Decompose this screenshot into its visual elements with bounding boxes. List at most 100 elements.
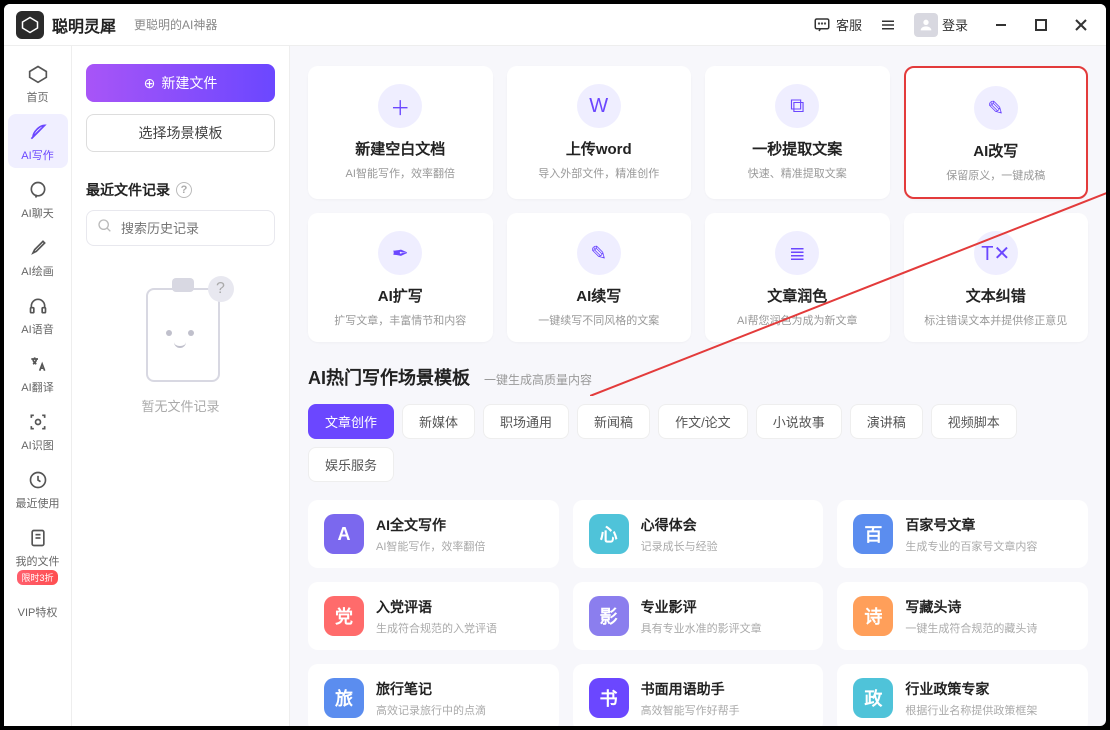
tool-card-7[interactable]: T✕ 文本纠错 标注错误文本并提供修正意见 xyxy=(904,213,1089,342)
scene-card-icon: 影 xyxy=(589,596,629,636)
scene-card-title: AI全文写作 xyxy=(376,515,485,535)
scene-card-7[interactable]: 书 书面用语助手 高效智能写作好帮手 xyxy=(573,664,824,726)
scene-card-8[interactable]: 政 行业政策专家 根据行业名称提供政策框架 xyxy=(837,664,1088,726)
scene-tab-4[interactable]: 作文/论文 xyxy=(658,404,748,439)
scene-tab-1[interactable]: 新媒体 xyxy=(402,404,475,439)
sidebar-item-ai-chat[interactable]: AI聊天 xyxy=(8,172,68,226)
scan-icon xyxy=(26,410,50,434)
tool-title: 上传word xyxy=(566,138,632,159)
scene-title: AI热门写作场景模板 xyxy=(308,364,470,390)
tool-title: AI扩写 xyxy=(378,285,423,306)
chat-icon xyxy=(812,15,832,35)
support-button[interactable]: 客服 xyxy=(804,11,870,39)
tool-title: 文章润色 xyxy=(767,285,827,306)
scene-card-icon: 政 xyxy=(853,678,893,718)
scene-tab-3[interactable]: 新闻稿 xyxy=(577,404,650,439)
scene-card-3[interactable]: 党 入党评语 生成符合规范的入党评语 xyxy=(308,582,559,650)
tool-card-6[interactable]: ≣ 文章润色 AI帮您润色为成为新文章 xyxy=(705,213,890,342)
sidebar-item-ai-image[interactable]: AI识图 xyxy=(8,404,68,458)
scene-tab-7[interactable]: 视频脚本 xyxy=(931,404,1017,439)
sidebar-item-ai-voice[interactable]: AI语音 xyxy=(8,288,68,342)
scene-card-title: 行业政策专家 xyxy=(905,679,1037,699)
chat-bubble-icon xyxy=(26,178,50,202)
tool-card-3[interactable]: ✎ AI改写 保留原义，一键成稿 xyxy=(904,66,1089,199)
scene-card-title: 入党评语 xyxy=(376,597,497,617)
scene-subtitle: 一键生成高质量内容 xyxy=(484,371,592,388)
scene-card-subtitle: 一键生成符合规范的藏头诗 xyxy=(905,620,1037,636)
minimize-button[interactable] xyxy=(988,12,1014,38)
scene-card-2[interactable]: 百 百家号文章 生成专业的百家号文章内容 xyxy=(837,500,1088,568)
sidebar-item-recent[interactable]: 最近使用 xyxy=(8,462,68,516)
empty-state: ? 暂无文件记录 xyxy=(86,276,275,415)
scene-tab-0[interactable]: 文章创作 xyxy=(308,404,394,439)
scene-card-icon: 心 xyxy=(589,514,629,554)
brush-icon xyxy=(26,236,50,260)
discount-badge: 限时3折 xyxy=(17,570,57,585)
tool-card-0[interactable]: ＋ 新建空白文档 AI智能写作，效率翻倍 xyxy=(308,66,493,199)
scene-card-subtitle: 具有专业水准的影评文章 xyxy=(641,620,762,636)
main-content: ＋ 新建空白文档 AI智能写作，效率翻倍W 上传word 导入外部文件，精准创作… xyxy=(290,46,1106,726)
sidebar-item-ai-translate[interactable]: AI翻译 xyxy=(8,346,68,400)
tool-card-4[interactable]: ✒ AI扩写 扩写文章，丰富情节和内容 xyxy=(308,213,493,342)
file-icon xyxy=(26,526,50,550)
tool-title: 文本纠错 xyxy=(966,285,1026,306)
sidebar-item-ai-write[interactable]: AI写作 xyxy=(8,114,68,168)
scene-card-icon: 旅 xyxy=(324,678,364,718)
avatar-icon xyxy=(914,13,938,37)
tool-card-2[interactable]: ⧉ 一秒提取文案 快速、精准提取文案 xyxy=(705,66,890,199)
choose-template-button[interactable]: 选择场景模板 xyxy=(86,114,275,152)
tool-title: AI续写 xyxy=(576,285,621,306)
scene-card-title: 百家号文章 xyxy=(905,515,1037,535)
scene-card-6[interactable]: 旅 旅行笔记 高效记录旅行中的点滴 xyxy=(308,664,559,726)
scene-card-subtitle: 高效智能写作好帮手 xyxy=(641,702,740,718)
sidebar-item-vip[interactable]: 限时3折 VIP特权 xyxy=(8,578,68,632)
maximize-button[interactable] xyxy=(1028,12,1054,38)
tool-icon: T✕ xyxy=(974,231,1018,275)
mid-panel: ⊕ 新建文件 选择场景模板 最近文件记录 ? xyxy=(72,46,290,726)
scene-card-4[interactable]: 影 专业影评 具有专业水准的影评文章 xyxy=(573,582,824,650)
scene-card-title: 写藏头诗 xyxy=(905,597,1037,617)
sidebar-item-my-files[interactable]: 我的文件 xyxy=(8,520,68,574)
scene-card-subtitle: 根据行业名称提供政策框架 xyxy=(905,702,1037,718)
tool-subtitle: 导入外部文件，精准创作 xyxy=(538,165,659,181)
scene-card-icon: A xyxy=(324,514,364,554)
app-window: 聪明灵犀 更聪明的AI神器 客服 登录 xyxy=(4,4,1106,726)
clock-icon xyxy=(26,468,50,492)
tool-card-1[interactable]: W 上传word 导入外部文件，精准创作 xyxy=(507,66,692,199)
tool-card-5[interactable]: ✎ AI续写 一键续写不同风格的文案 xyxy=(507,213,692,342)
scene-card-0[interactable]: A AI全文写作 AI智能写作，效率翻倍 xyxy=(308,500,559,568)
scene-card-icon: 诗 xyxy=(853,596,893,636)
scene-card-5[interactable]: 诗 写藏头诗 一键生成符合规范的藏头诗 xyxy=(837,582,1088,650)
app-logo-icon xyxy=(16,11,44,39)
scene-card-subtitle: 生成专业的百家号文章内容 xyxy=(905,538,1037,554)
tool-icon: ✒ xyxy=(378,231,422,275)
scene-card-1[interactable]: 心 心得体会 记录成长与经验 xyxy=(573,500,824,568)
scene-tab-8[interactable]: 娱乐服务 xyxy=(308,447,394,482)
tool-subtitle: 一键续写不同风格的文案 xyxy=(538,312,659,328)
tool-title: 新建空白文档 xyxy=(355,138,445,159)
new-file-button[interactable]: ⊕ 新建文件 xyxy=(86,64,275,102)
search-icon xyxy=(97,218,113,239)
scene-section-head: AI热门写作场景模板 一键生成高质量内容 xyxy=(308,364,1088,390)
help-icon[interactable]: ? xyxy=(176,182,192,198)
sidebar-item-home[interactable]: 首页 xyxy=(8,56,68,110)
headset-icon xyxy=(26,294,50,318)
close-button[interactable] xyxy=(1068,12,1094,38)
scene-tab-6[interactable]: 演讲稿 xyxy=(850,404,923,439)
titlebar: 聪明灵犀 更聪明的AI神器 客服 登录 xyxy=(4,4,1106,46)
scene-card-icon: 百 xyxy=(853,514,893,554)
tool-icon: ⧉ xyxy=(775,84,819,128)
recent-files-heading: 最近文件记录 ? xyxy=(86,180,275,200)
scene-tab-5[interactable]: 小说故事 xyxy=(756,404,842,439)
search-input[interactable] xyxy=(121,221,297,236)
menu-button[interactable] xyxy=(870,11,906,39)
sidebar-item-ai-draw[interactable]: AI绘画 xyxy=(8,230,68,284)
search-box[interactable] xyxy=(86,210,275,246)
tool-title: AI改写 xyxy=(973,140,1018,161)
scene-card-subtitle: AI智能写作，效率翻倍 xyxy=(376,538,485,554)
feather-icon xyxy=(26,120,50,144)
scene-tab-2[interactable]: 职场通用 xyxy=(483,404,569,439)
scene-card-icon: 党 xyxy=(324,596,364,636)
scene-card-subtitle: 高效记录旅行中的点滴 xyxy=(376,702,486,718)
login-button[interactable]: 登录 xyxy=(906,9,976,41)
